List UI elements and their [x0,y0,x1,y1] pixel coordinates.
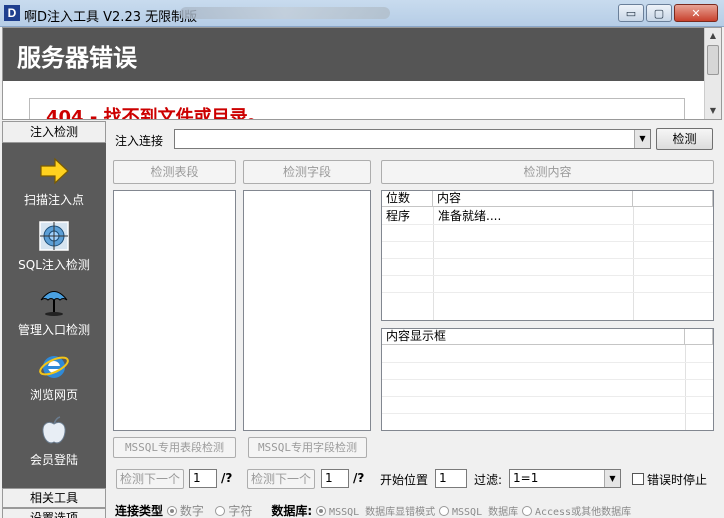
conn-type-label: 连接类型 [115,504,164,518]
scroll-down-icon[interactable]: ▼ [705,103,721,119]
web-preview[interactable]: 服务器错误 404 - 找不到文件或目录。 ▲ ▼ [2,27,722,120]
chevron-down-icon[interactable]: ▼ [604,470,620,487]
next-table-suffix: /? [221,471,233,485]
chevron-down-icon[interactable]: ▼ [634,130,650,148]
sidebar-item-browse[interactable]: 浏览网页 [2,338,106,403]
filter-label: 过滤: [474,473,503,487]
conn-type-char[interactable]: 字符 [215,504,252,518]
sidebar-item-member[interactable]: 会员登陆 [2,403,106,468]
sidebar-header-injection[interactable]: 注入检测 [2,121,106,143]
inject-url-label: 注入连接 [115,134,164,148]
db-label: 数据库: [271,504,313,518]
column-header-extra[interactable] [633,191,713,207]
fields-list[interactable] [243,190,371,431]
sidebar-related-tools[interactable]: 相关工具 [2,488,106,508]
filter-select[interactable]: 1=1 ▼ [509,469,621,488]
scroll-thumb[interactable] [707,45,719,75]
result-grid[interactable]: 位数 内容 程序 准备就绪.... [381,190,714,321]
detect-fields-button[interactable]: 检测字段 [243,160,371,184]
sidebar-item-admin[interactable]: 管理入口检测 [2,273,106,338]
minimize-button[interactable]: ▭ [618,4,644,22]
start-position-input[interactable]: 1 [435,469,467,488]
db-option-mssql[interactable]: MSSQL 数据库 [439,506,518,518]
window-title: 啊D注入工具 V2.23 无限制版 [24,10,198,25]
db-option-access[interactable]: Access或其他数据库 [521,506,631,518]
close-button[interactable]: ✕ [674,4,718,22]
sidebar-item-sql[interactable]: SQL注入检测 [2,208,106,273]
detect-tables-button[interactable]: 检测表段 [113,160,236,184]
arrow-right-icon [40,157,69,185]
sidebar-item-label: 会员登陆 [29,453,78,467]
filter-value: 1=1 [513,471,539,485]
mssql-fields-button[interactable]: MSSQL专用字段检测 [248,437,367,458]
apple-icon [42,416,66,444]
target-icon [39,221,69,251]
sidebar: 注入检测 扫描注入点 SQL注入检测 管理入口检测 浏览网页 会员登陆 相关工具… [2,121,106,518]
sidebar-item-scan[interactable]: 扫描注入点 [2,143,106,208]
next-field-input[interactable]: 1 [321,469,349,488]
detect-content-button[interactable]: 检测内容 [381,160,714,184]
scroll-up-icon[interactable]: ▲ [705,28,721,44]
stop-on-error-label: 错误时停止 [647,473,708,487]
start-position-label: 开始位置 [380,473,429,487]
title-bar: D 啊D注入工具 V2.23 无限制版 ▭ ▢ ✕ [0,0,724,27]
sidebar-item-label: SQL注入检测 [18,258,90,272]
detect-button[interactable]: 检测 [656,128,713,150]
ie-browser-icon [39,356,69,378]
stop-on-error-checkbox[interactable] [632,473,644,485]
web-preview-error-text: 404 - 找不到文件或目录。 [46,107,266,120]
app-icon: D [4,5,20,21]
conn-type-number[interactable]: 数字 [166,504,204,518]
umbrella-icon [40,291,68,316]
inject-url-input[interactable]: ▼ [174,129,651,149]
maximize-button[interactable]: ▢ [646,4,672,22]
column-header-content[interactable]: 内容 [433,191,633,207]
next-table-button[interactable]: 检测下一个 [116,469,184,489]
tables-list[interactable] [113,190,236,431]
web-preview-scrollbar[interactable]: ▲ ▼ [704,28,721,119]
next-field-button[interactable]: 检测下一个 [247,469,315,489]
column-header-position[interactable]: 位数 [382,191,433,207]
sidebar-item-label: 管理入口检测 [17,323,90,337]
content-display-header: 内容显示框 [382,329,685,345]
connection-options-row: 连接类型 数字 字符 数据库: MSSQL 数据库显错模式 MSSQL 数据库 … [115,502,631,518]
sidebar-item-label: 扫描注入点 [23,193,84,207]
web-preview-error-box: 404 - 找不到文件或目录。 [29,98,685,120]
sidebar-settings[interactable]: 设置选项 [2,508,106,518]
web-preview-header: 服务器错误 [3,28,705,81]
mssql-tables-button[interactable]: MSSQL专用表段检测 [113,437,236,458]
next-field-suffix: /? [353,471,365,485]
content-display-box[interactable]: 内容显示框 [381,328,714,431]
grid-cell-content: 准备就绪.... [438,209,502,223]
title-redacted-area [180,7,390,19]
db-option-mssql-error[interactable]: MSSQL 数据库显错模式 [316,506,435,518]
next-table-input[interactable]: 1 [189,469,217,488]
sidebar-item-label: 浏览网页 [29,388,78,402]
grid-cell-position: 程序 [386,209,411,223]
